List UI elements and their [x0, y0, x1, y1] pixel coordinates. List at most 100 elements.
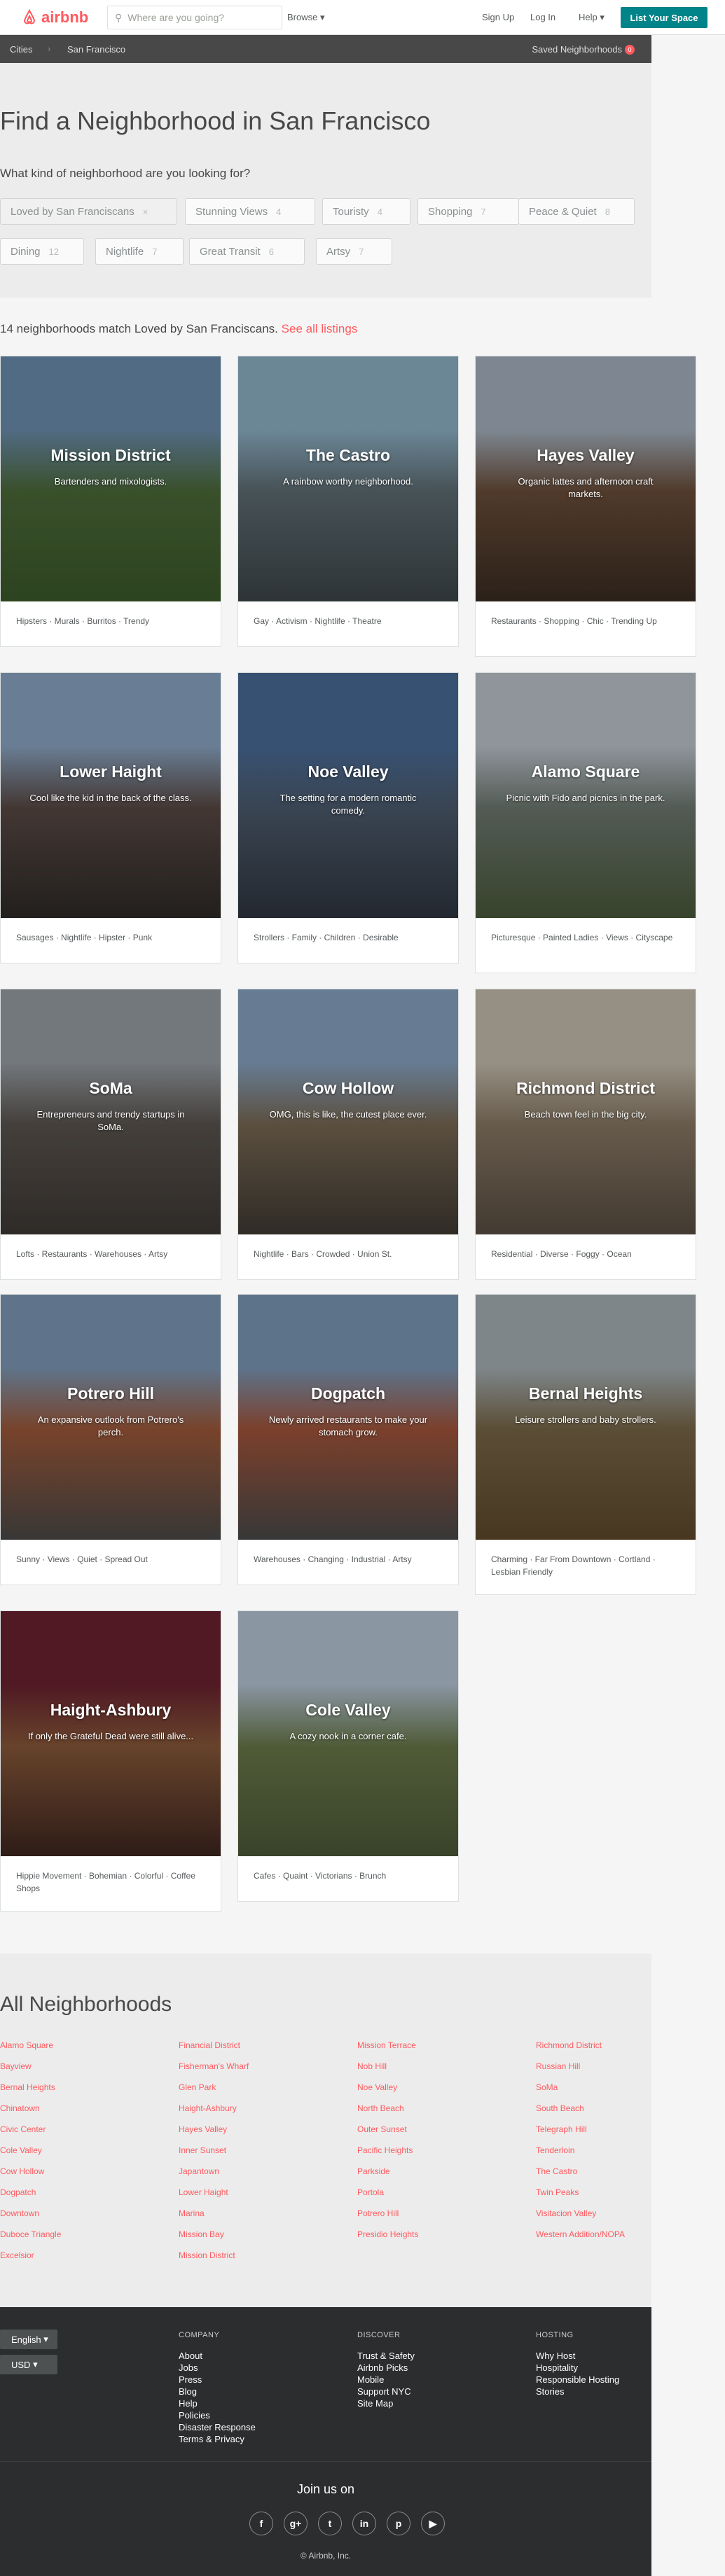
neighborhood-link[interactable]: North Beach: [357, 2103, 404, 2113]
google-plus-icon[interactable]: g+: [284, 2512, 308, 2535]
neighborhood-card[interactable]: Hayes Valley Organic lattes and afternoon…: [475, 356, 696, 657]
currency-select[interactable]: USD ▾: [0, 2355, 57, 2374]
neighborhood-name[interactable]: Richmond District: [476, 1079, 696, 1098]
neighborhood-photo[interactable]: Alamo Square Picnic with Fido and picnics…: [476, 673, 696, 918]
neighborhood-card[interactable]: Noe Valley The setting for a modern roman…: [237, 672, 459, 963]
neighborhood-card[interactable]: Dogpatch Newly arrived restaurants to mak…: [237, 1294, 459, 1585]
neighborhood-link[interactable]: SoMa: [536, 2082, 558, 2092]
neighborhood-link[interactable]: Cole Valley: [0, 2145, 42, 2155]
discover-link[interactable]: Airbnb Picks: [357, 2362, 415, 2374]
neighborhood-photo[interactable]: Richmond District Beach town feel in the …: [476, 989, 696, 1234]
company-link[interactable]: Terms & Privacy: [179, 2433, 256, 2445]
breadcrumb-cities[interactable]: Cities: [10, 44, 33, 55]
neighborhood-link[interactable]: Glen Park: [179, 2082, 216, 2092]
neighborhood-card[interactable]: Cow Hollow OMG, this is like, the cutest …: [237, 989, 459, 1280]
neighborhood-link[interactable]: Richmond District: [536, 2040, 602, 2050]
neighborhood-photo[interactable]: Mission District Bartenders and mixologis…: [1, 356, 221, 601]
neighborhood-photo[interactable]: Noe Valley The setting for a modern roman…: [238, 673, 458, 918]
hosting-link[interactable]: Hospitality: [536, 2362, 619, 2374]
neighborhood-card[interactable]: Cole Valley A cozy nook in a corner cafe.…: [237, 1610, 459, 1902]
neighborhood-name[interactable]: The Castro: [238, 446, 458, 465]
login-link[interactable]: Log In: [530, 12, 555, 22]
neighborhood-link[interactable]: Bayview: [0, 2061, 32, 2071]
help-menu[interactable]: Help ▾: [579, 12, 605, 23]
filter-chip[interactable]: Stunning Views 4: [185, 198, 315, 225]
neighborhood-photo[interactable]: Potrero Hill An expansive outlook from Po…: [1, 1295, 221, 1540]
filter-chip[interactable]: Artsy 7: [316, 238, 392, 265]
filter-chip[interactable]: Nightlife 7: [95, 238, 184, 265]
discover-link[interactable]: Trust & Safety: [357, 2350, 415, 2362]
neighborhood-photo[interactable]: SoMa Entrepreneurs and trendy startups in…: [1, 989, 221, 1234]
neighborhood-link[interactable]: Japantown: [179, 2166, 219, 2176]
neighborhood-card[interactable]: Lower Haight Cool like the kid in the bac…: [0, 672, 221, 963]
hosting-link[interactable]: Why Host: [536, 2350, 619, 2362]
language-select[interactable]: English ▾: [0, 2330, 57, 2349]
hosting-link[interactable]: Stories: [536, 2386, 619, 2397]
neighborhood-card[interactable]: Mission District Bartenders and mixologis…: [0, 356, 221, 647]
neighborhood-link[interactable]: Dogpatch: [0, 2187, 36, 2197]
list-your-space-button[interactable]: List Your Space: [621, 7, 707, 28]
neighborhood-photo[interactable]: Dogpatch Newly arrived restaurants to mak…: [238, 1295, 458, 1540]
saved-neighborhoods-link[interactable]: Saved Neighborhoods: [532, 44, 622, 55]
neighborhood-link[interactable]: Tenderloin: [536, 2145, 574, 2155]
neighborhood-name[interactable]: Cole Valley: [238, 1701, 458, 1720]
twitter-icon[interactable]: t: [318, 2512, 342, 2535]
neighborhood-link[interactable]: Parkside: [357, 2166, 390, 2176]
neighborhood-link[interactable]: Fisherman's Wharf: [179, 2061, 249, 2071]
neighborhood-link[interactable]: Alamo Square: [0, 2040, 53, 2050]
company-link[interactable]: Press: [179, 2374, 256, 2386]
company-link[interactable]: Blog: [179, 2386, 256, 2397]
discover-link[interactable]: Mobile: [357, 2374, 415, 2386]
company-link[interactable]: Policies: [179, 2409, 256, 2421]
neighborhood-name[interactable]: Cow Hollow: [238, 1079, 458, 1098]
neighborhood-link[interactable]: Visitacion Valley: [536, 2208, 596, 2218]
see-all-listings-link[interactable]: See all listings: [282, 322, 358, 335]
neighborhood-link[interactable]: Cow Hollow: [0, 2166, 44, 2176]
neighborhood-link[interactable]: Bernal Heights: [0, 2082, 55, 2092]
filter-chip[interactable]: Loved by San Franciscans ×: [0, 198, 177, 225]
neighborhood-photo[interactable]: Lower Haight Cool like the kid in the bac…: [1, 673, 221, 918]
neighborhood-card[interactable]: Richmond District Beach town feel in the …: [475, 989, 696, 1280]
neighborhood-name[interactable]: Alamo Square: [476, 763, 696, 781]
signup-link[interactable]: Sign Up: [482, 12, 514, 22]
neighborhood-link[interactable]: Lower Haight: [179, 2187, 228, 2197]
company-link[interactable]: About: [179, 2350, 256, 2362]
neighborhood-photo[interactable]: Hayes Valley Organic lattes and afternoon…: [476, 356, 696, 601]
neighborhood-link[interactable]: Duboce Triangle: [0, 2229, 61, 2239]
discover-link[interactable]: Support NYC: [357, 2386, 415, 2397]
neighborhood-link[interactable]: Downtown: [0, 2208, 39, 2218]
neighborhood-link[interactable]: Financial District: [179, 2040, 240, 2050]
search-input[interactable]: ⚲ Where are you going?: [107, 6, 282, 29]
neighborhood-link[interactable]: Haight-Ashbury: [179, 2103, 237, 2113]
company-link[interactable]: Help: [179, 2397, 256, 2409]
neighborhood-link[interactable]: Mission Terrace: [357, 2040, 416, 2050]
neighborhood-name[interactable]: Potrero Hill: [1, 1384, 221, 1403]
neighborhood-name[interactable]: Bernal Heights: [476, 1384, 696, 1403]
neighborhood-card[interactable]: Potrero Hill An expansive outlook from Po…: [0, 1294, 221, 1585]
neighborhood-link[interactable]: Chinatown: [0, 2103, 40, 2113]
neighborhood-link[interactable]: Russian Hill: [536, 2061, 580, 2071]
filter-chip[interactable]: Dining 12: [0, 238, 84, 265]
neighborhood-link[interactable]: Outer Sunset: [357, 2124, 407, 2134]
airbnb-logo[interactable]: airbnb: [21, 8, 88, 27]
neighborhood-link[interactable]: Telegraph Hill: [536, 2124, 587, 2134]
neighborhood-link[interactable]: Pacific Heights: [357, 2145, 413, 2155]
neighborhood-link[interactable]: Inner Sunset: [179, 2145, 226, 2155]
neighborhood-link[interactable]: Western Addition/NOPA: [536, 2229, 625, 2239]
neighborhood-link[interactable]: Mission District: [179, 2250, 235, 2260]
neighborhood-photo[interactable]: Cole Valley A cozy nook in a corner cafe.: [238, 1611, 458, 1856]
neighborhood-link[interactable]: Twin Peaks: [536, 2187, 579, 2197]
neighborhood-link[interactable]: Portola: [357, 2187, 384, 2197]
neighborhood-photo[interactable]: Bernal Heights Leisure strollers and baby…: [476, 1295, 696, 1540]
neighborhood-card[interactable]: The Castro A rainbow worthy neighborhood.…: [237, 356, 459, 647]
filter-chip[interactable]: Peace & Quiet 8: [518, 198, 635, 225]
neighborhood-photo[interactable]: The Castro A rainbow worthy neighborhood.: [238, 356, 458, 601]
discover-link[interactable]: Site Map: [357, 2397, 415, 2409]
company-link[interactable]: Disaster Response: [179, 2421, 256, 2433]
company-link[interactable]: Jobs: [179, 2362, 256, 2374]
browse-menu[interactable]: Browse ▾: [287, 12, 325, 23]
neighborhood-card[interactable]: Haight-Ashbury If only the Grateful Dead …: [0, 1610, 221, 1912]
neighborhood-name[interactable]: Haight-Ashbury: [1, 1701, 221, 1720]
neighborhood-link[interactable]: Nob Hill: [357, 2061, 387, 2071]
youtube-icon[interactable]: ▶: [421, 2512, 445, 2535]
